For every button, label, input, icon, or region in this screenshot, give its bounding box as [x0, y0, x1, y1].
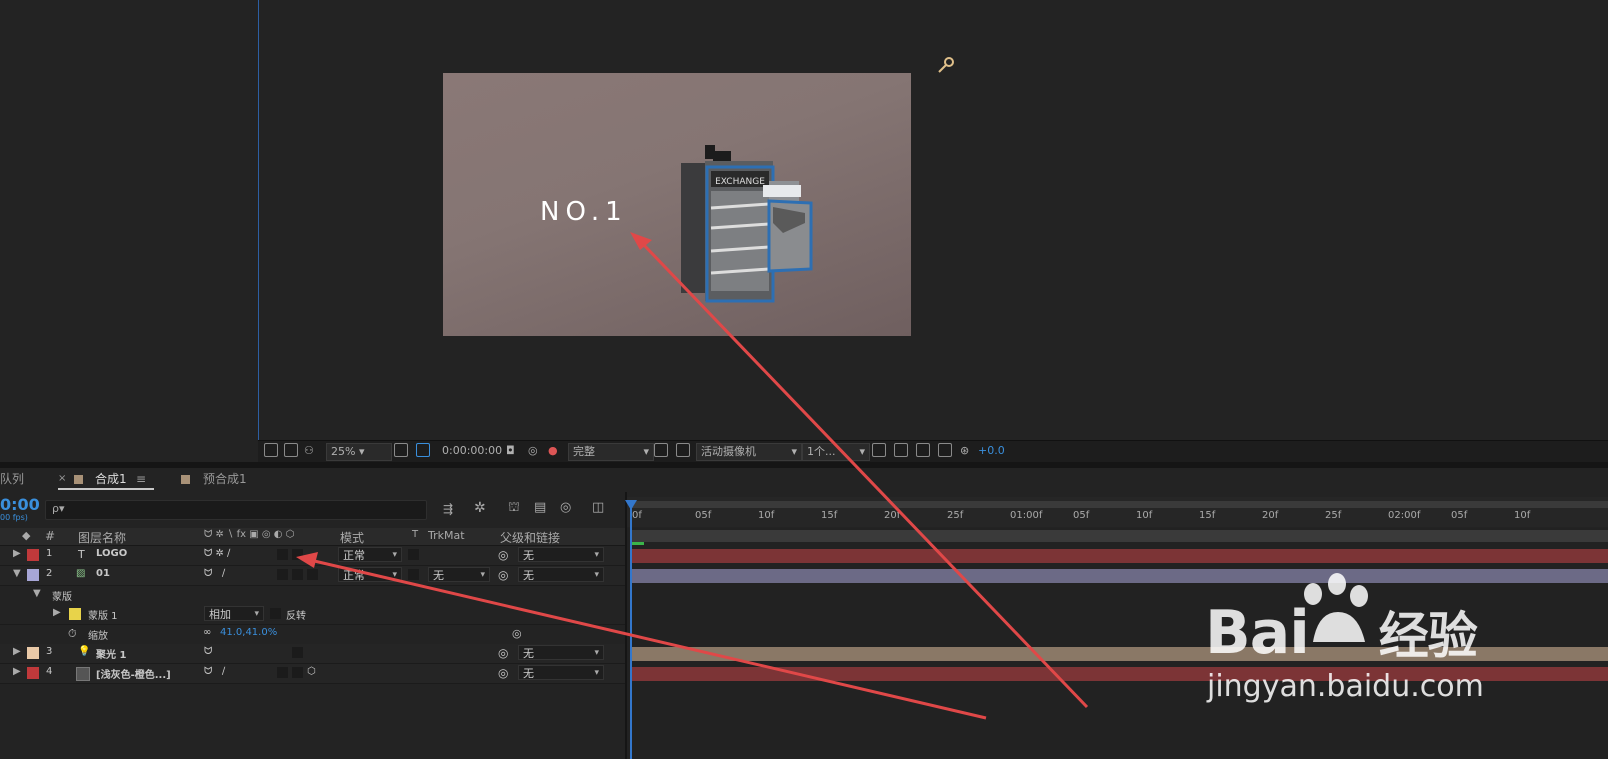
baidu-watermark-url: jingyan.baidu.com — [1207, 669, 1484, 704]
baidu-paw-icon — [1304, 573, 1368, 642]
